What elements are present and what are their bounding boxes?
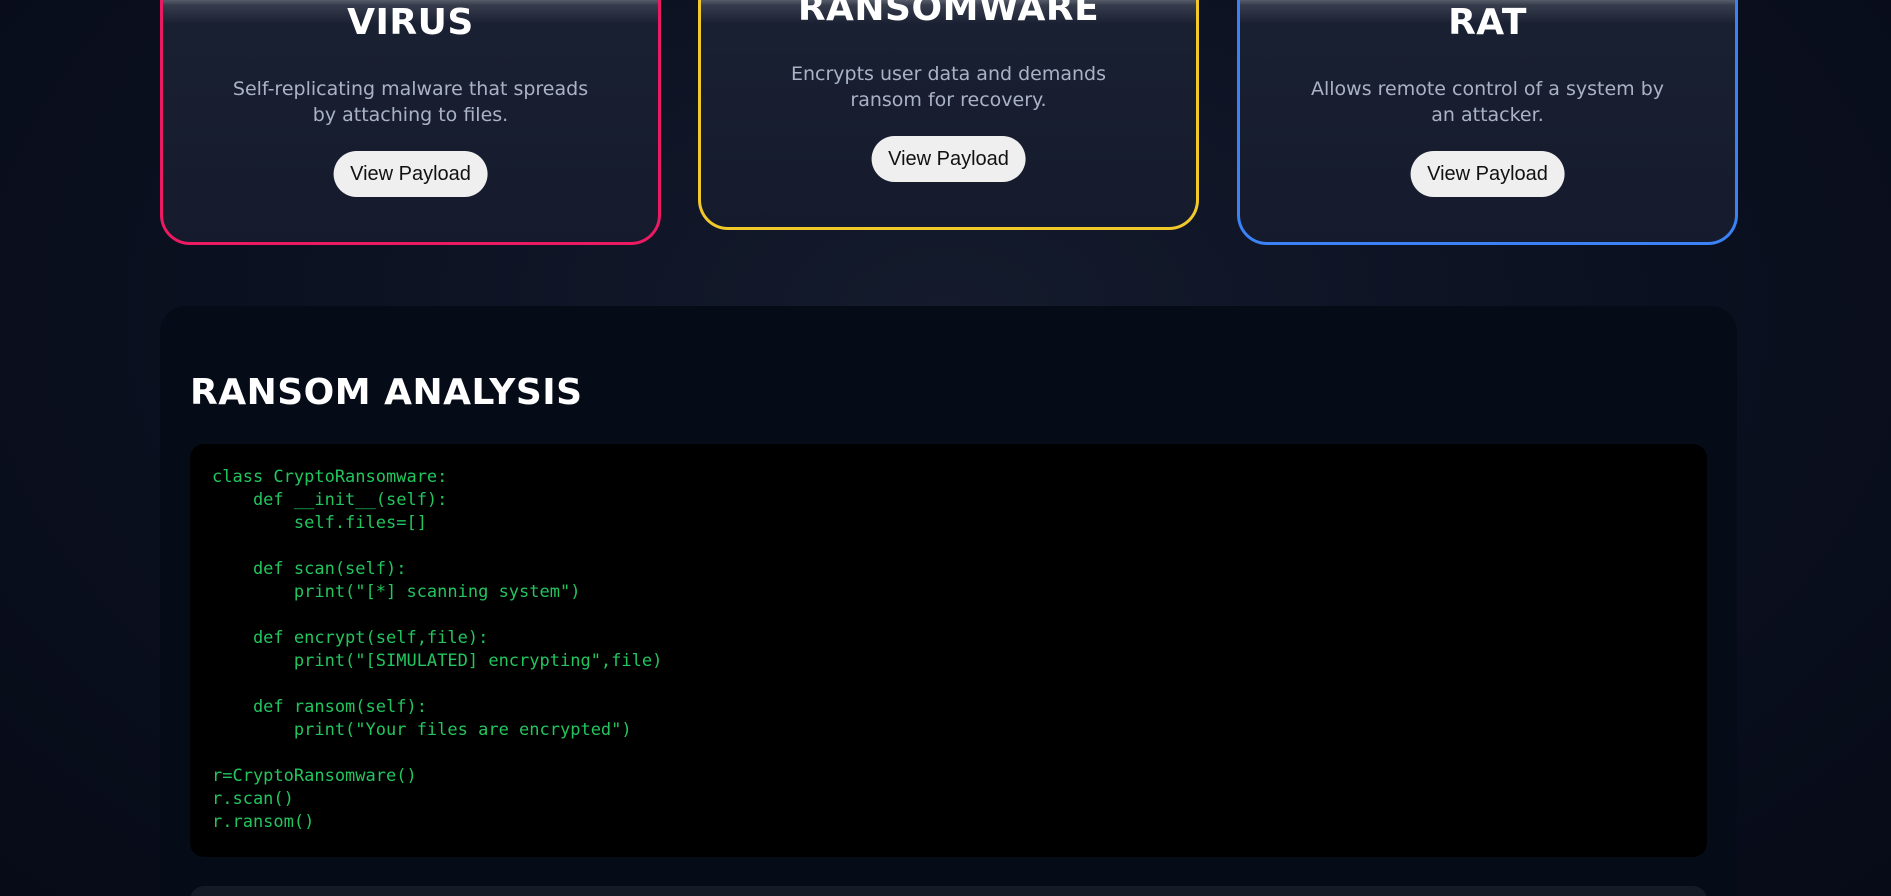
card-title: RANSOMWARE: [797, 0, 1100, 29]
card-title: RAT: [1448, 2, 1527, 43]
analysis-title: RANSOM ANALYSIS: [190, 372, 583, 413]
card-description: Allows remote control of a system by an …: [1310, 78, 1665, 126]
view-payload-button[interactable]: View Payload: [871, 136, 1026, 182]
malware-card-virus: VIRUS Self-replicating malware that spre…: [160, 0, 661, 245]
malware-card-rat: RAT Allows remote control of a system by…: [1237, 0, 1738, 245]
code-block: class CryptoRansomware: def __init__(sel…: [190, 444, 1707, 857]
page: VIRUS Self-replicating malware that spre…: [0, 0, 1891, 896]
view-payload-button[interactable]: View Payload: [1410, 151, 1565, 197]
card-description: Encrypts user data and demands ransom fo…: [790, 63, 1106, 111]
ransom-analysis-panel: RANSOM ANALYSIS class CryptoRansomware: …: [160, 306, 1737, 896]
next-panel: [190, 886, 1707, 896]
card-description: Self-replicating malware that spreads by…: [232, 78, 589, 126]
code-content: class CryptoRansomware: def __init__(sel…: [212, 467, 663, 832]
view-payload-button[interactable]: View Payload: [333, 151, 488, 197]
malware-card-ransomware: RANSOMWARE Encrypts user data and demand…: [698, 0, 1199, 230]
card-title: VIRUS: [347, 2, 474, 43]
